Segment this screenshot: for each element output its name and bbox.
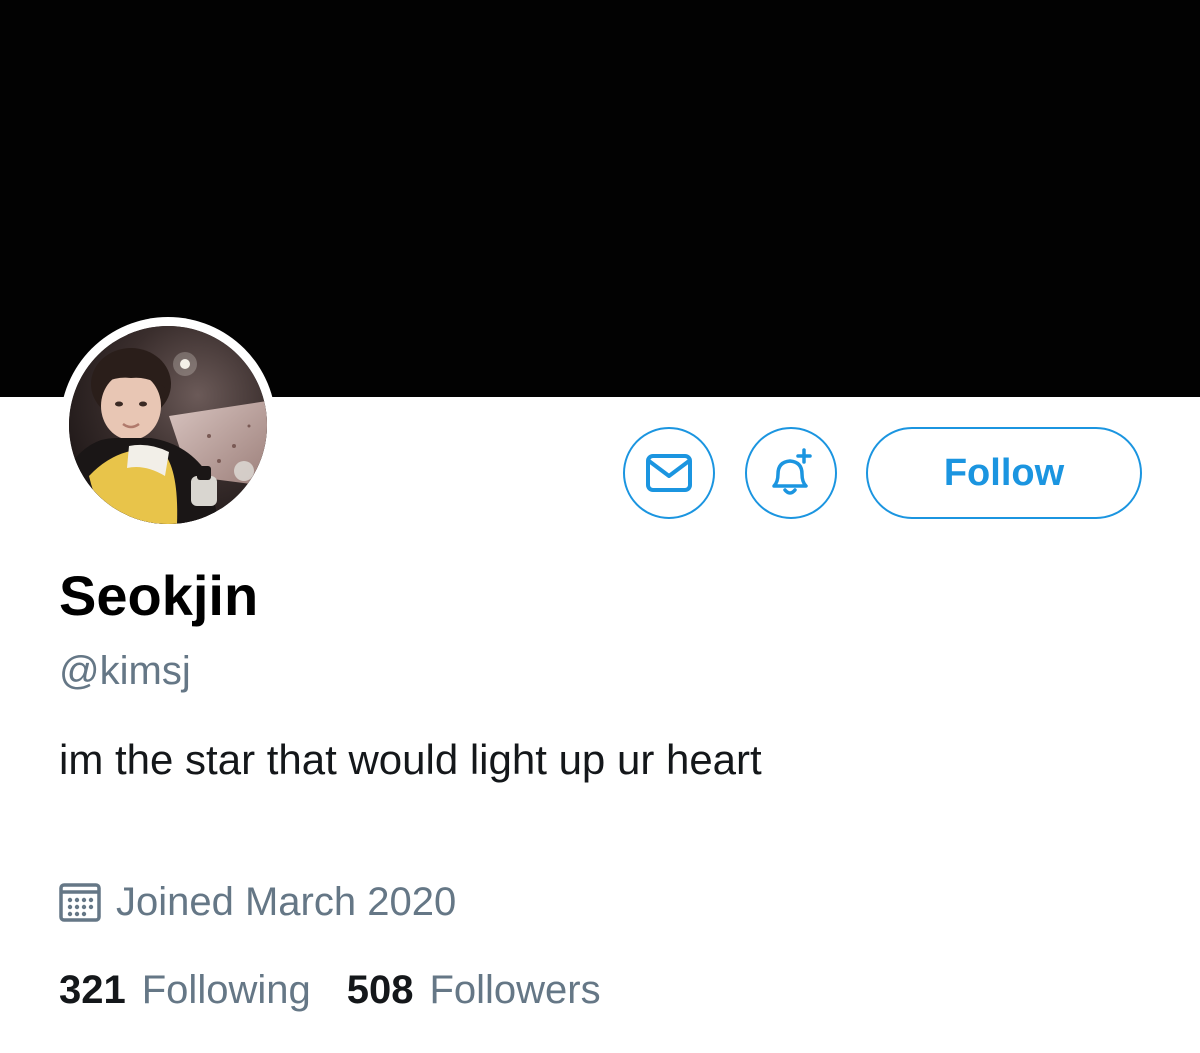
calendar-icon xyxy=(59,883,101,922)
following-stat[interactable]: 321 Following xyxy=(59,962,311,1018)
notify-button[interactable] xyxy=(745,427,837,519)
followers-label: Followers xyxy=(429,968,601,1012)
follow-button[interactable]: Follow xyxy=(866,427,1142,519)
envelope-icon xyxy=(646,454,692,492)
avatar-photo xyxy=(69,326,267,524)
user-handle: @kimsj xyxy=(59,649,191,693)
joined-date: Joined March 2020 xyxy=(58,876,456,928)
avatar-ring xyxy=(60,317,276,533)
following-count: 321 xyxy=(59,968,126,1012)
followers-count: 508 xyxy=(346,968,414,1012)
message-button[interactable] xyxy=(623,427,715,519)
display-name: Seokjin xyxy=(59,564,259,627)
profile-bio: im the star that would light up ur heart xyxy=(59,736,762,783)
joined-text: Joined March 2020 xyxy=(116,880,457,924)
bell-plus-icon xyxy=(772,448,812,495)
profile-page: Follow Seokjin @kimsj im the star that w… xyxy=(0,0,1200,1053)
avatar[interactable] xyxy=(69,326,267,524)
profile-stats: 321 Following 508 Followers xyxy=(59,962,601,1018)
following-label: Following xyxy=(141,968,311,1012)
followers-stat[interactable]: 508 Followers xyxy=(347,962,601,1018)
